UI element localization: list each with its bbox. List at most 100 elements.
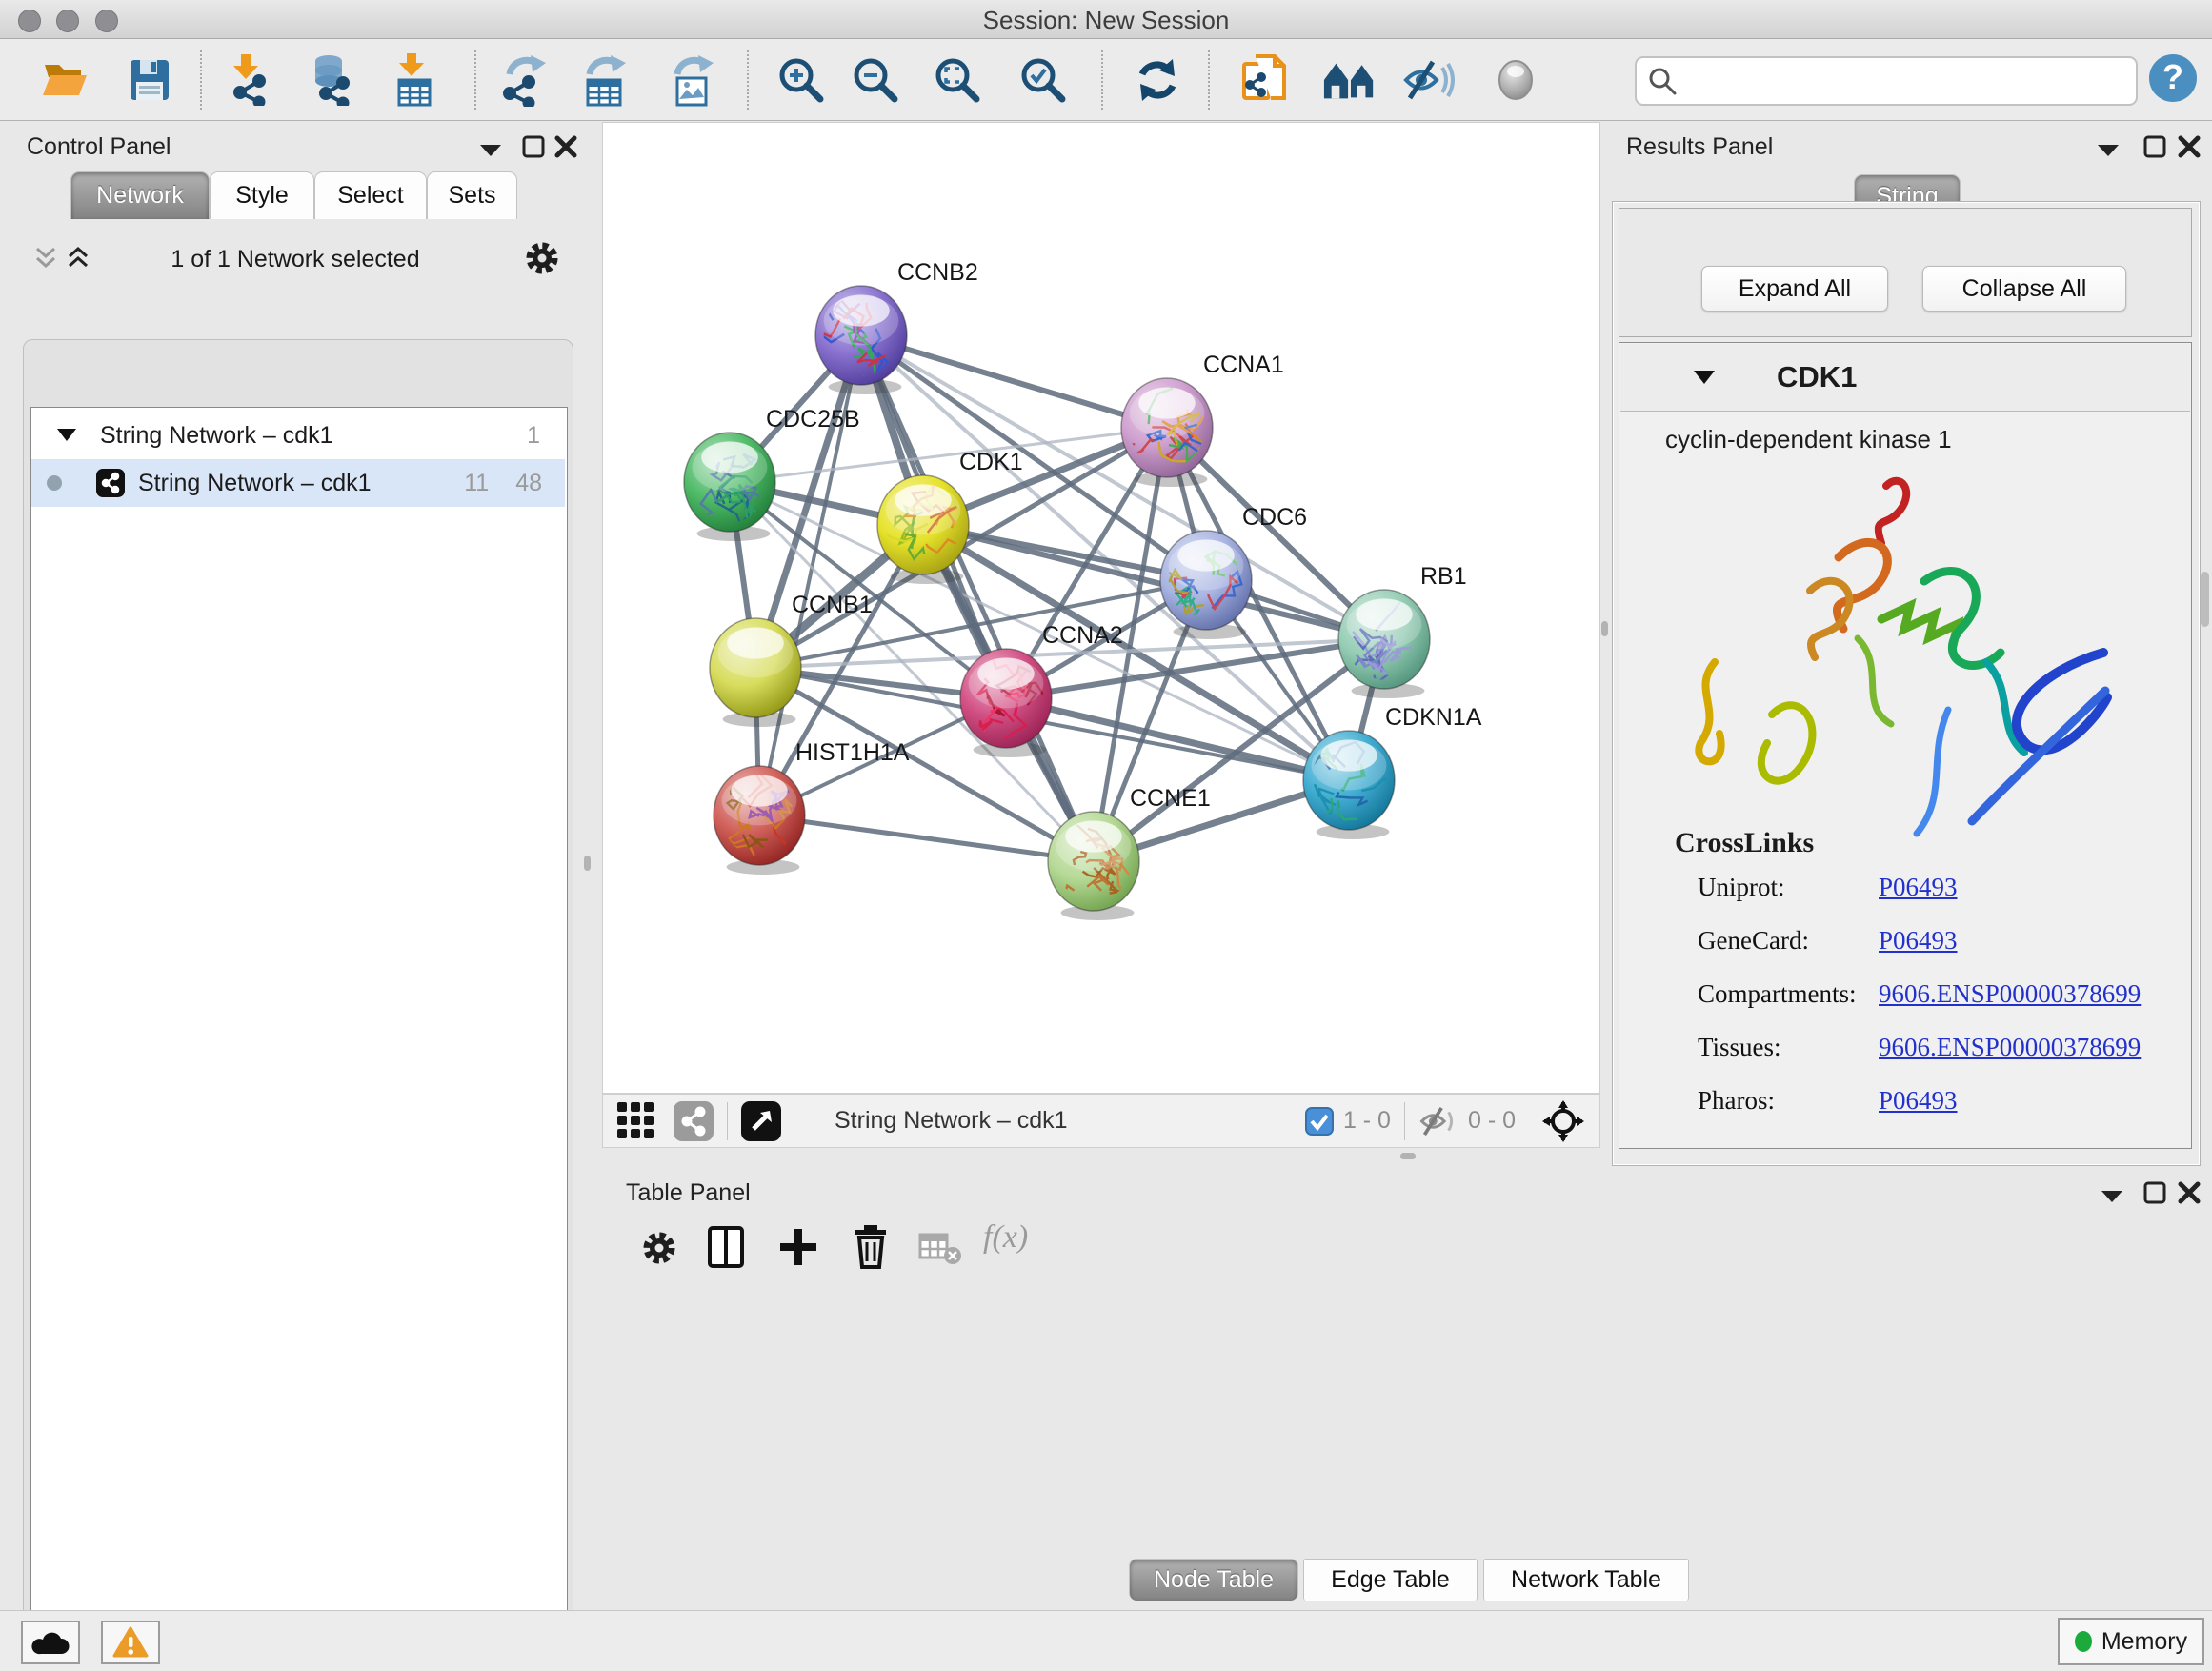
close-panel-icon[interactable]: [2178, 1181, 2201, 1204]
memory-button[interactable]: Memory: [2058, 1618, 2204, 1665]
gene-header-row[interactable]: CDK1: [1620, 344, 2190, 412]
crosslink-tissues-link[interactable]: 9606.ENSP00000378699: [1879, 1033, 2141, 1062]
vertical-splitter-handle[interactable]: [584, 856, 591, 871]
clone-network-button[interactable]: [1237, 52, 1292, 108]
view-share-icon[interactable]: [674, 1101, 714, 1141]
save-session-button[interactable]: [122, 52, 177, 108]
function-builder-icon-disabled: f(x): [983, 1219, 1028, 1256]
cloud-status-button[interactable]: [21, 1621, 80, 1664]
export-table-button[interactable]: [577, 52, 633, 108]
float-panel-icon[interactable]: [522, 135, 545, 158]
zoom-in-button[interactable]: [774, 52, 829, 108]
open-session-button[interactable]: [38, 52, 93, 108]
network-node-CCNA1[interactable]: CCNA1: [1121, 352, 1284, 487]
close-panel-icon[interactable]: [554, 135, 577, 158]
crosslink-pharos-link[interactable]: P06493: [1879, 1086, 1958, 1116]
toolbar-search-field[interactable]: [1635, 56, 2138, 106]
horizontal-splitter-handle[interactable]: [1400, 1153, 1416, 1159]
zoom-selected-icon: [1018, 55, 1068, 105]
navigator-crosshair-icon[interactable]: [1542, 1100, 1584, 1142]
search-icon: [1648, 67, 1677, 95]
table-panel: Table Panel f: [602, 1170, 2212, 1610]
import-table-from-file-button[interactable]: [387, 52, 442, 108]
selected-count-label: 1 - 0: [1343, 1107, 1391, 1135]
crosslink-uniprot-link[interactable]: P06493: [1879, 873, 1958, 902]
zoom-selected-button[interactable]: [1016, 52, 1071, 108]
results-scrollbar-thumb[interactable]: [2201, 572, 2209, 627]
node-label: CCNE1: [1130, 785, 1211, 812]
network-edge-count: 48: [515, 470, 542, 497]
crosslink-label: GeneCard:: [1698, 926, 1809, 956]
crosslinks-title: CrossLinks: [1675, 827, 1814, 859]
float-panel-icon[interactable]: [2143, 1181, 2166, 1204]
crosslink-label: Uniprot:: [1698, 873, 1785, 902]
grid-mode-icon[interactable]: [616, 1101, 656, 1141]
search-input[interactable]: [1686, 67, 2124, 95]
zoom-out-button[interactable]: [848, 52, 903, 108]
expand-all-icon[interactable]: [67, 246, 90, 271]
tab-network-table[interactable]: Network Table: [1483, 1559, 1689, 1601]
delete-column-icon[interactable]: [852, 1223, 890, 1269]
panel-menu-icon[interactable]: [478, 143, 503, 158]
import-network-from-file-button[interactable]: [221, 52, 276, 108]
network-node-CCNB2[interactable]: CCNB2: [791, 259, 978, 394]
network-row-selected[interactable]: String Network – cdk1 11 48: [31, 459, 565, 507]
crosslink-compartments-link[interactable]: 9606.ENSP00000378699: [1879, 979, 2141, 1009]
network-node-RB1[interactable]: RB1: [1338, 563, 1467, 698]
first-neighbors-button[interactable]: [1322, 52, 1377, 108]
eye-slash-icon: [1402, 58, 1458, 102]
network-node-CDK1[interactable]: CDK1: [877, 449, 1023, 584]
network-share-icon: [96, 469, 125, 497]
gene-collapse-icon[interactable]: [1693, 370, 1716, 385]
collapse-all-button[interactable]: Collapse All: [1922, 266, 2126, 312]
show-columns-icon[interactable]: [707, 1225, 745, 1269]
gear-icon[interactable]: [524, 240, 560, 276]
toolbar-separator: [200, 50, 202, 110]
crosslink-genecard-link[interactable]: P06493: [1879, 926, 1958, 956]
tab-node-table[interactable]: Node Table: [1129, 1559, 1298, 1601]
hide-selected-button[interactable]: [1402, 52, 1458, 108]
network-edge[interactable]: [861, 335, 1094, 861]
tab-style[interactable]: Style: [210, 171, 314, 219]
tab-select[interactable]: Select: [314, 171, 427, 219]
node-label: CCNA2: [1042, 622, 1123, 649]
table-gear-icon[interactable]: [640, 1229, 678, 1267]
float-panel-icon[interactable]: [2143, 135, 2166, 158]
zoom-fit-icon: [933, 55, 982, 105]
network-graph: CCNB2CCNA1CDC25BCDK1CDC6RB1CCNB1CCNA2CDK…: [603, 123, 1599, 1093]
birdseye-view-icon[interactable]: [741, 1101, 781, 1141]
network-node-HIST1H1A[interactable]: HIST1H1A: [714, 739, 910, 876]
vertical-splitter-handle[interactable]: [1601, 621, 1608, 636]
import-network-from-database-button[interactable]: [303, 52, 358, 108]
tab-network[interactable]: Network: [70, 171, 210, 219]
node-label: RB1: [1420, 563, 1467, 590]
network-view-canvas[interactable]: CCNB2CCNA1CDC25BCDK1CDC6RB1CCNB1CCNA2CDK…: [602, 122, 1600, 1094]
tab-edge-table[interactable]: Edge Table: [1303, 1559, 1478, 1601]
panel-menu-icon[interactable]: [2096, 143, 2121, 158]
export-image-button[interactable]: [665, 52, 720, 108]
help-button[interactable]: ?: [2145, 50, 2201, 106]
tree-expand-icon[interactable]: [56, 428, 77, 443]
network-edge[interactable]: [759, 815, 1094, 861]
close-panel-icon[interactable]: [2178, 135, 2201, 158]
network-node-CDC6[interactable]: CDC6: [1156, 504, 1307, 639]
warnings-button[interactable]: [101, 1621, 160, 1664]
expand-all-button[interactable]: Expand All: [1701, 266, 1888, 312]
network-node-CDKN1A[interactable]: CDKN1A: [1297, 704, 1482, 839]
collapse-all-icon[interactable]: [34, 246, 57, 271]
network-collection-row[interactable]: String Network – cdk1 1: [31, 412, 565, 459]
tab-sets[interactable]: Sets: [427, 171, 517, 219]
selected-checkbox-icon[interactable]: [1305, 1107, 1334, 1136]
show-all-button[interactable]: [1488, 52, 1543, 108]
crosslink-label: Pharos:: [1698, 1086, 1775, 1116]
help-icon: ?: [2147, 52, 2199, 104]
protein-structure-image: [1658, 467, 2153, 848]
network-node-CCNE1[interactable]: CCNE1: [1048, 785, 1211, 920]
panel-menu-icon[interactable]: [2100, 1189, 2124, 1204]
export-network-button[interactable]: [497, 52, 553, 108]
add-column-icon[interactable]: [777, 1225, 819, 1269]
zoom-fit-button[interactable]: [930, 52, 985, 108]
apply-layout-button[interactable]: [1130, 52, 1185, 108]
export-table-icon: [580, 53, 630, 107]
network-edge[interactable]: [861, 335, 1167, 428]
